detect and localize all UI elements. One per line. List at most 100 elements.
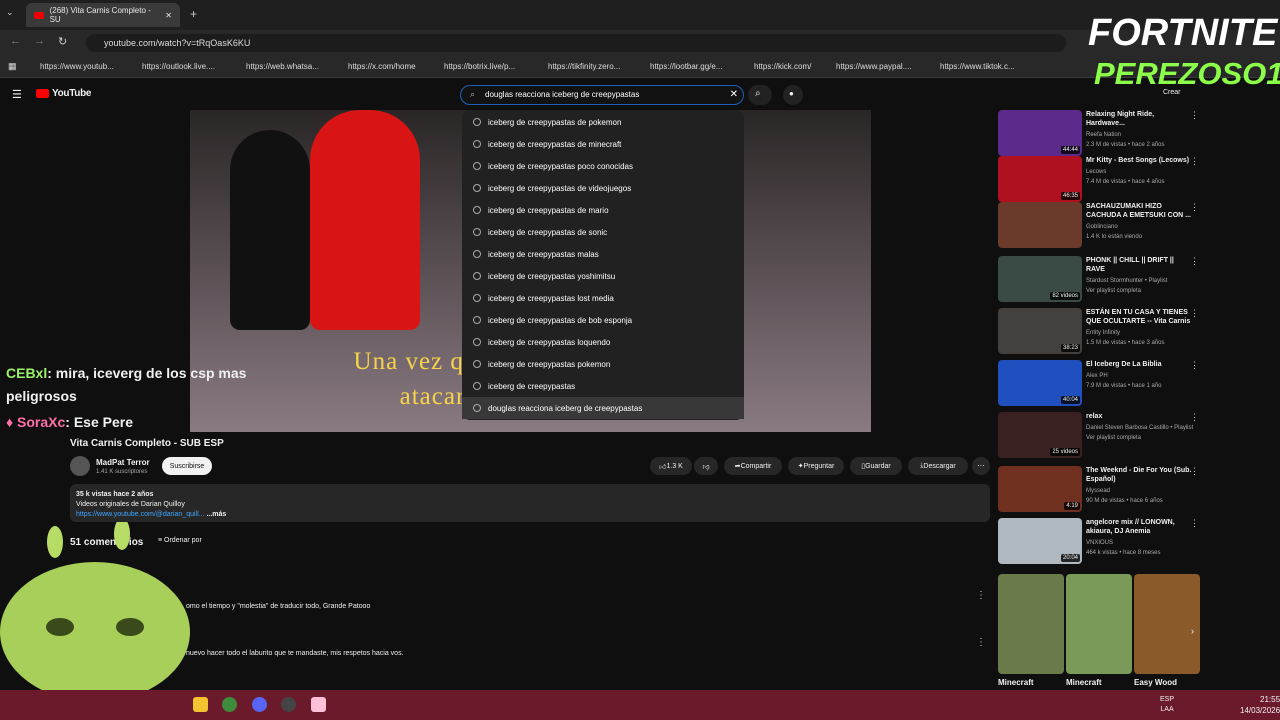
video-thumbnail[interactable]: [998, 202, 1082, 248]
recommended-title[interactable]: ESTÁN EN TU CASA Y TIENES QUE OCULTARTE …: [1086, 308, 1194, 326]
apps-icon[interactable]: ▦: [8, 61, 17, 72]
bookmark-item[interactable]: https://www.tiktok.c...: [940, 62, 1015, 71]
dislike-button[interactable]: 👎︎: [694, 457, 718, 475]
suggestion-item[interactable]: iceberg de creepypastas: [462, 375, 744, 397]
language-indicator[interactable]: ESP LAA: [1160, 695, 1174, 715]
discord-icon[interactable]: [252, 697, 267, 712]
browser-tab[interactable]: (268) Vita Carnis Completo - SU ✕: [26, 3, 180, 27]
recommended-video[interactable]: 25 videos relax Daniel Steven Barbosa Cast…: [998, 412, 1203, 460]
taskbar: [0, 690, 1280, 720]
file-explorer-icon[interactable]: [193, 697, 208, 712]
recommended-title[interactable]: Mr Kitty - Best Songs (Lecows): [1086, 156, 1194, 165]
suggestion-item[interactable]: iceberg de creepypastas poco conocidas: [462, 155, 744, 177]
short-title[interactable]: Easy Wood: [1134, 678, 1177, 687]
reload-icon[interactable]: ↻: [58, 35, 67, 48]
suggestion-item[interactable]: iceberg de creepypastas malas: [462, 243, 744, 265]
download-button[interactable]: ⤓ Descargar: [908, 457, 968, 475]
suggestion-item[interactable]: iceberg de creepypastas lost media: [462, 287, 744, 309]
short-title[interactable]: Minecraft: [998, 678, 1034, 687]
new-tab-button[interactable]: +: [190, 7, 197, 21]
suggestion-item[interactable]: iceberg de creepypastas yoshimitsu: [462, 265, 744, 287]
more-options-icon[interactable]: ⋮: [1190, 360, 1199, 371]
more-options-icon[interactable]: ⋮: [1190, 412, 1199, 423]
bookmark-item[interactable]: https://tikfinity.zero...: [548, 62, 620, 71]
chevron-right-icon[interactable]: ›: [1191, 626, 1194, 636]
suggestion-item[interactable]: iceberg de creepypastas de minecraft: [462, 133, 744, 155]
short-title[interactable]: Minecraft: [1066, 678, 1102, 687]
app-icon[interactable]: [311, 697, 326, 712]
subscribe-button[interactable]: Suscribirse: [162, 457, 212, 475]
recommended-video[interactable]: 38:23 ESTÁN EN TU CASA Y TIENES QUE OCULT…: [998, 308, 1203, 356]
recommended-video[interactable]: 82 videos PHONK || CHILL || DRIFT || RAVE…: [998, 256, 1203, 304]
description-link[interactable]: https://www.youtube.com/@darian_quill...: [76, 511, 205, 518]
show-more[interactable]: ...más: [206, 511, 226, 518]
more-actions-button[interactable]: ⋯: [972, 457, 990, 475]
recommended-video[interactable]: 4:19 The Weeknd - Die For You (Sub. Españ…: [998, 466, 1203, 514]
bookmark-item[interactable]: https://www.youtub...: [40, 62, 114, 71]
recommended-video[interactable]: 44:44 Relaxing Night Ride, Hardwave... Ree…: [998, 110, 1203, 158]
back-icon[interactable]: ←: [10, 35, 21, 47]
comment-menu-icon[interactable]: ⋮: [976, 590, 986, 601]
more-options-icon[interactable]: ⋮: [1190, 110, 1199, 121]
close-tab-icon[interactable]: ✕: [165, 11, 172, 20]
description-box[interactable]: 35 k vistas hace 2 años Videos originale…: [70, 484, 990, 522]
bookmark-item[interactable]: https://www.paypal....: [836, 62, 912, 71]
obs-icon[interactable]: [281, 697, 296, 712]
bookmark-item[interactable]: https://web.whatsa...: [246, 62, 319, 71]
suggestion-item[interactable]: iceberg de creepypastas de bob esponja: [462, 309, 744, 331]
bookmark-item[interactable]: https://lootbar.gg/e...: [650, 62, 723, 71]
tab-list-button[interactable]: ⌄: [6, 7, 14, 18]
more-options-icon[interactable]: ⋮: [1190, 202, 1199, 213]
recommended-meta: Ver playlist completa: [1086, 288, 1142, 294]
recommended-title[interactable]: SACHAUZUMAKI HIZO CACHUDA A EMETSUKI CON…: [1086, 202, 1194, 220]
recommended-video[interactable]: 40:04 El Iceberg De La Biblia Alex PH 7.9 M…: [998, 360, 1203, 408]
bookmark-item[interactable]: https://botrix.live/p...: [444, 62, 515, 71]
system-clock[interactable]: 21:55 14/03/2026: [1240, 694, 1280, 716]
clear-search-icon[interactable]: ✕: [730, 89, 738, 100]
suggestion-item[interactable]: douglas reacciona iceberg de creepypasta…: [462, 397, 744, 419]
search-input[interactable]: ⌕ douglas reacciona iceberg de creepypast…: [460, 85, 744, 105]
recommended-title[interactable]: angelcore mix // LONOWN, akiaura, DJ Ane…: [1086, 518, 1194, 536]
more-options-icon[interactable]: ⋮: [1190, 156, 1199, 167]
suggestion-item[interactable]: iceberg de creepypastas pokemon: [462, 353, 744, 375]
recommended-title[interactable]: relax: [1086, 412, 1194, 421]
more-options-icon[interactable]: ⋮: [1190, 466, 1199, 477]
channel-avatar[interactable]: [70, 456, 90, 476]
duration-badge: 82 videos: [1050, 292, 1080, 300]
more-options-icon[interactable]: ⋮: [1190, 256, 1199, 267]
short-thumbnail[interactable]: [1066, 574, 1132, 674]
search-button[interactable]: ⌕: [748, 85, 772, 105]
youtube-logo[interactable]: YouTube: [36, 88, 92, 99]
menu-icon[interactable]: ☰: [12, 88, 22, 101]
bookmark-item[interactable]: https://kick.com/: [754, 62, 811, 71]
suggestion-item[interactable]: iceberg de creepypastas de videojuegos: [462, 177, 744, 199]
voice-search-button[interactable]: ●: [783, 85, 803, 105]
chrome-icon[interactable]: [222, 697, 237, 712]
recommended-title[interactable]: Relaxing Night Ride, Hardwave...: [1086, 110, 1194, 128]
ask-button[interactable]: ✦ Preguntar: [788, 457, 844, 475]
recommended-video[interactable]: SACHAUZUMAKI HIZO CACHUDA A EMETSUKI CON…: [998, 202, 1203, 250]
recommended-title[interactable]: El Iceberg De La Biblia: [1086, 360, 1194, 369]
save-button[interactable]: ▯ Guardar: [850, 457, 902, 475]
more-options-icon[interactable]: ⋮: [1190, 518, 1199, 529]
bookmark-item[interactable]: https://x.com/home: [348, 62, 416, 71]
suggestion-item[interactable]: iceberg de creepypastas de sonic: [462, 221, 744, 243]
recommended-video[interactable]: 46:35 Mr Kitty - Best Songs (Lecows) Lecow…: [998, 156, 1203, 204]
bookmark-item[interactable]: https://outlook.live....: [142, 62, 215, 71]
suggestion-item[interactable]: iceberg de creepypastas de pokemon: [462, 111, 744, 133]
recommended-title[interactable]: The Weeknd - Die For You (Sub. Español): [1086, 466, 1194, 484]
suggestion-item[interactable]: iceberg de creepypastas loquendo: [462, 331, 744, 353]
suggestion-item[interactable]: iceberg de creepypastas de mario: [462, 199, 744, 221]
like-button[interactable]: 👍︎ 1.3 K: [650, 457, 692, 475]
short-thumbnail[interactable]: [1134, 574, 1200, 674]
channel-name[interactable]: MadPat Terror: [96, 458, 150, 467]
more-options-icon[interactable]: ⋮: [1190, 308, 1199, 319]
recommended-title[interactable]: PHONK || CHILL || DRIFT || RAVE: [1086, 256, 1194, 274]
forward-icon[interactable]: →: [34, 35, 45, 47]
recommended-video[interactable]: 20:04 angelcore mix // LONOWN, akiaura, D…: [998, 518, 1203, 566]
recommended-meta: 2.3 M de vistas • hace 2 años: [1086, 142, 1165, 148]
share-button[interactable]: ➦ Compartir: [724, 457, 782, 475]
short-thumbnail[interactable]: [998, 574, 1064, 674]
comment-menu-icon[interactable]: ⋮: [976, 637, 986, 648]
url-field[interactable]: youtube.com/watch?v=tRqOasK6KU: [86, 34, 1066, 52]
